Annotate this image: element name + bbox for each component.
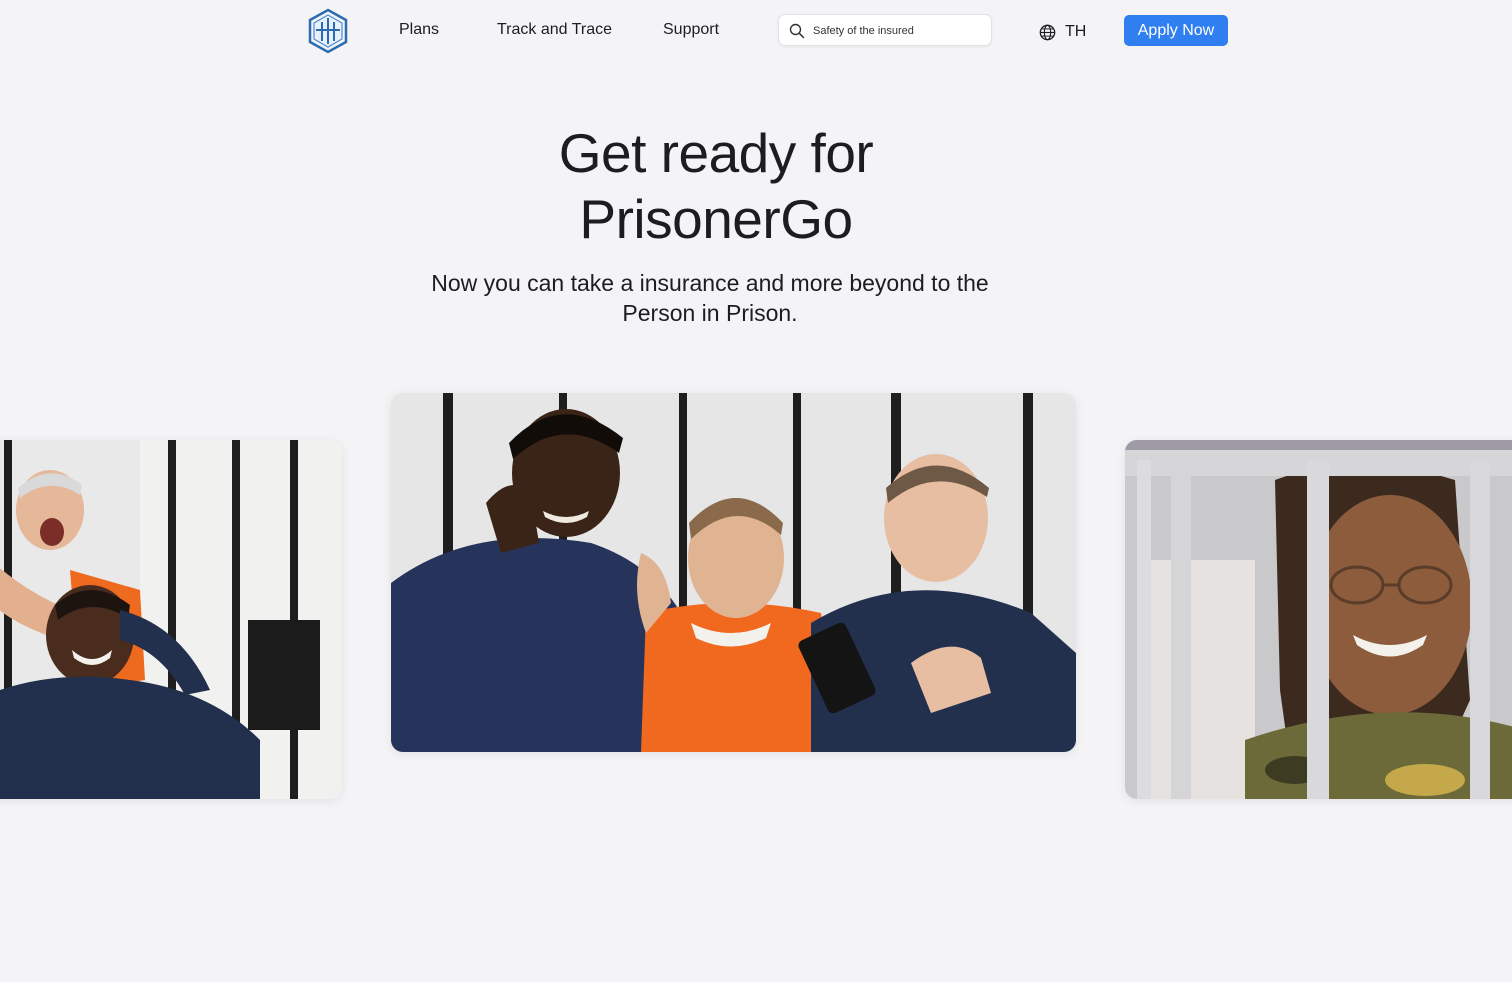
globe-icon xyxy=(1039,24,1056,41)
search-input[interactable] xyxy=(813,20,983,42)
smiling-woman-behind-bars-photo xyxy=(1125,440,1512,799)
nav-link-plans[interactable]: Plans xyxy=(399,20,439,40)
language-label: TH xyxy=(1065,23,1087,40)
hero-subtitle: Now you can take a insurance and more be… xyxy=(410,268,1010,328)
logo-icon[interactable] xyxy=(307,8,349,54)
nav-link-support[interactable]: Support xyxy=(663,20,719,40)
hero-title-line-2: PrisonerGo xyxy=(579,188,853,250)
search-box[interactable] xyxy=(778,14,992,46)
hero-title-line-1: Get ready for xyxy=(558,122,874,184)
carousel-card-center[interactable] xyxy=(391,393,1076,752)
hero-title: Get ready for PrisonerGo xyxy=(466,120,966,252)
carousel-card-right[interactable] xyxy=(1125,440,1512,799)
apply-now-button[interactable]: Apply Now xyxy=(1124,15,1228,46)
hero-subtitle-line-2: Person in Prison. xyxy=(622,300,798,326)
hero-subtitle-line-1: Now you can take a insurance and more be… xyxy=(431,270,989,296)
search-icon xyxy=(789,23,805,39)
two-inmates-behind-bars-photo xyxy=(0,440,342,799)
top-navigation: Plans Track and Trace Support TH Apply N… xyxy=(0,0,1512,62)
three-inmates-selfie-photo xyxy=(391,393,1076,752)
nav-link-track-and-trace[interactable]: Track and Trace xyxy=(497,20,612,40)
carousel-card-left[interactable] xyxy=(0,440,342,799)
